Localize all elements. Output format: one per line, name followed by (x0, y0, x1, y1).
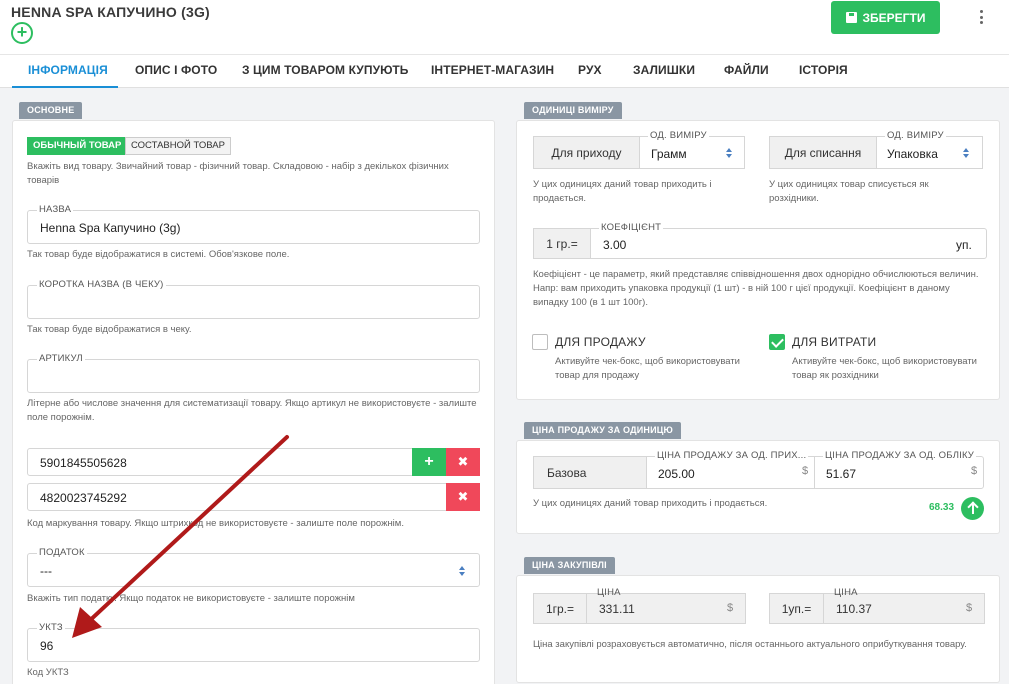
barcode-field-2[interactable]: 4820023745292 (27, 483, 447, 511)
select-arrows-icon (726, 148, 733, 158)
writeoff-unit-field-label: ОД. ВИМІРУ (885, 130, 946, 141)
remove-barcode-button-2[interactable]: ✖ (446, 483, 480, 511)
purchase-right-value: 110.37 (836, 601, 872, 616)
base-price-label: Базова (533, 456, 647, 489)
name-hint: Так товар буде відображатися в системі. … (27, 249, 290, 260)
purchase-left-label: ЦІНА (597, 587, 621, 598)
arrow-up-icon[interactable] (961, 497, 984, 520)
name-value: Henna Spa Капучино (3g) (40, 221, 181, 235)
article-label: АРТИКУЛ (37, 353, 85, 364)
barcode-hint: Код маркування товару. Якщо штрихкод не … (27, 518, 404, 529)
tab-movement[interactable]: РУХ (578, 63, 602, 77)
incoming-unit-field-label: ОД. ВИМІРУ (648, 130, 709, 141)
barcode-value-1: 5901845505628 (40, 456, 127, 470)
tax-hint: Вкажіть тип податку. Якщо податок не вик… (27, 593, 355, 604)
writeoff-unit-value: Упаковка (887, 147, 938, 161)
section-tag-basic: ОСНОВНЕ (19, 102, 83, 119)
name-field[interactable]: Henna Spa Капучино (3g) (27, 210, 480, 244)
remove-barcode-button-1[interactable]: ✖ (446, 448, 480, 476)
section-tag-units: ОДИНИЦІ ВИМІРУ (524, 102, 622, 119)
uktz-hint: Код УКТЗ (27, 667, 69, 678)
for-sale-label: ДЛЯ ПРОДАЖУ (555, 335, 646, 349)
tab-stock[interactable]: ЗАЛИШКИ (633, 63, 695, 77)
uktz-label: УКТЗ (37, 622, 65, 633)
coef-label: КОЕФІЦІЄНТ (599, 222, 664, 233)
tab-history[interactable]: ІСТОРІЯ (799, 63, 848, 77)
save-button-label: ЗБЕРЕГТИ (862, 10, 926, 25)
section-tag-purchase-price: ЦІНА ЗАКУПІВЛІ (524, 557, 615, 574)
purchase-price-panel: 1гр.= 331.11 $ ЦІНА 1уп.= 110.37 $ ЦІНА … (516, 575, 1000, 683)
incoming-unit-value: Грамм (651, 147, 687, 161)
tab-online-store[interactable]: ІНТЕРНЕТ-МАГАЗИН (431, 63, 554, 77)
units-panel: Для приходу Грамм ОД. ВИМІРУ У цих одини… (516, 120, 1000, 400)
markup-value: 68.33 (929, 502, 955, 513)
short-name-label: КОРОТКА НАЗВА (В ЧЕКУ) (37, 279, 166, 290)
add-barcode-button[interactable]: + (412, 448, 446, 476)
short-name-field[interactable] (27, 285, 480, 319)
tab-bar: ІНФОРМАЦІЯ ОПИС І ФОТО З ЦИМ ТОВАРОМ КУП… (0, 54, 1009, 88)
type-hint: Вкажіть вид товару. Звичайний товар - фі… (27, 161, 449, 186)
article-field[interactable] (27, 359, 480, 393)
coef-suffix: уп. (956, 238, 972, 252)
for-expense-label: ДЛЯ ВИТРАТИ (792, 335, 877, 349)
sale-price-incoming-value: 205.00 (658, 467, 695, 481)
purchase-left-value: 331.11 (599, 601, 635, 616)
incoming-unit-label: Для приходу (533, 136, 640, 169)
coef-hint: Коефіцієнт - це параметр, який представл… (533, 269, 979, 308)
purchase-right-prefix: 1уп.= (769, 593, 824, 624)
select-arrows-icon (963, 148, 970, 158)
short-name-hint: Так товар буде відображатися в чеку. (27, 324, 192, 335)
more-menu-icon[interactable] (976, 8, 986, 26)
sale-price-panel: Базова 205.00 $ ЦІНА ПРОДАЖУ ЗА ОД. ПРИХ… (516, 440, 1000, 534)
currency-sign: $ (966, 602, 973, 614)
uktz-value: 96 (40, 639, 54, 653)
name-label: НАЗВА (37, 204, 74, 215)
tab-description-photo[interactable]: ОПИС І ФОТО (135, 63, 217, 77)
coef-prefix: 1 гр.= (533, 228, 591, 259)
tab-files[interactable]: ФАЙЛИ (724, 63, 769, 77)
sale-price-accounting-value: 51.67 (826, 467, 857, 481)
article-hint: Літерне або числове значення для система… (27, 398, 477, 423)
type-composite-button[interactable]: СОСТАВНОЙ ТОВАР (125, 137, 231, 155)
currency-sign: $ (971, 465, 978, 477)
purchase-price-hint: Ціна закупівлі розраховується автоматичн… (533, 639, 967, 650)
sale-price-accounting-label: ЦІНА ПРОДАЖУ ЗА ОД. ОБЛІКУ (823, 450, 977, 461)
currency-sign: $ (802, 465, 809, 477)
type-ordinary-button[interactable]: ОБЫЧНЫЙ ТОВАР (27, 137, 128, 155)
tax-label: ПОДАТОК (37, 547, 87, 558)
writeoff-unit-label: Для списання (769, 136, 877, 169)
for-sale-checkbox[interactable] (532, 334, 548, 350)
for-expense-checkbox[interactable] (769, 334, 785, 350)
add-icon[interactable]: + (11, 22, 33, 44)
active-tab-indicator (12, 86, 118, 88)
select-arrows-icon (459, 566, 466, 576)
tax-value: --- (40, 564, 52, 578)
sale-price-hint: У цих одиницях даний товар приходить і п… (533, 498, 768, 509)
sale-price-incoming-label: ЦІНА ПРОДАЖУ ЗА ОД. ПРИХ... (655, 450, 809, 461)
coef-value: 3.00 (603, 238, 627, 252)
basic-panel: ОБЫЧНЫЙ ТОВАР СОСТАВНОЙ ТОВАР Вкажіть ви… (12, 120, 495, 684)
page-header: HENNA SPA КАПУЧИНО (3G) + ЗБЕРЕГТИ (0, 0, 1009, 54)
uktz-field[interactable]: 96 (27, 628, 480, 662)
for-expense-hint: Активуйте чек-бокс, щоб використовувати … (792, 356, 977, 381)
purchase-right-label: ЦІНА (834, 587, 858, 598)
section-tag-sale-price: ЦІНА ПРОДАЖУ ЗА ОДИНИЦЮ (524, 422, 682, 439)
page-title: HENNA SPA КАПУЧИНО (3G) (11, 4, 210, 20)
incoming-hint: У цих одиницях даний товар приходить і п… (533, 179, 712, 204)
save-button[interactable]: ЗБЕРЕГТИ (831, 1, 940, 34)
tab-information[interactable]: ІНФОРМАЦІЯ (28, 63, 108, 77)
writeoff-hint: У цих одиницях товар списується як розхі… (769, 179, 929, 204)
barcode-field-1[interactable]: 5901845505628 (27, 448, 413, 476)
currency-sign: $ (727, 602, 734, 614)
save-icon (845, 12, 857, 23)
purchase-left-prefix: 1гр.= (533, 593, 587, 624)
barcode-value-2: 4820023745292 (40, 491, 127, 505)
tax-select[interactable]: --- (27, 553, 480, 587)
for-sale-hint: Активуйте чек-бокс, щоб використовувати … (555, 356, 740, 381)
tab-bought-together[interactable]: З ЦИМ ТОВАРОМ КУПУЮТЬ (242, 63, 409, 77)
